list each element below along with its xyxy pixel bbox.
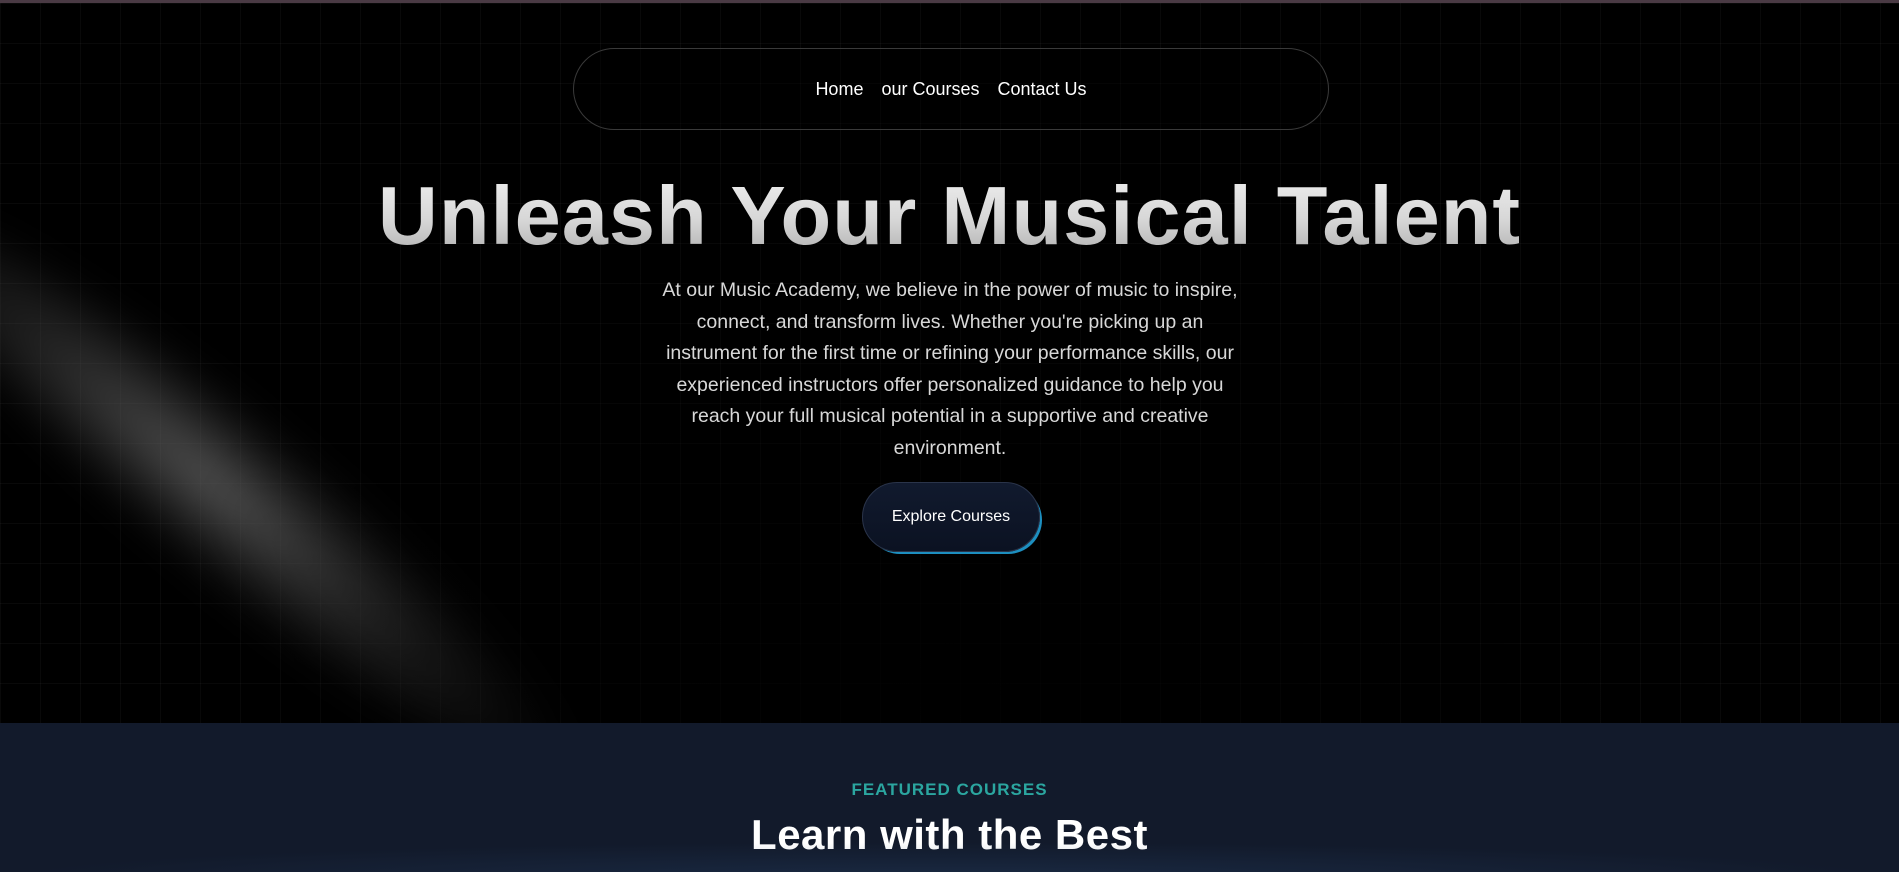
hero-section: Home our Courses Contact Us Unleash Your… — [0, 3, 1899, 723]
section-bottom-glow — [0, 842, 1899, 872]
hero-intro-text: At our Music Academy, we believe in the … — [662, 279, 1238, 459]
nav-link-home[interactable]: Home — [815, 79, 863, 100]
featured-courses-section: FEATURED COURSES Learn with the Best — [0, 723, 1899, 872]
main-navbar: Home our Courses Contact Us — [573, 48, 1329, 130]
featured-courses-eyebrow: FEATURED COURSES — [851, 780, 1048, 799]
hero-headline: Unleash Your Musical Talent — [0, 168, 1899, 264]
nav-link-courses[interactable]: our Courses — [881, 79, 979, 100]
nav-link-contact[interactable]: Contact Us — [998, 79, 1087, 100]
explore-courses-button[interactable]: Explore Courses — [862, 482, 1040, 552]
